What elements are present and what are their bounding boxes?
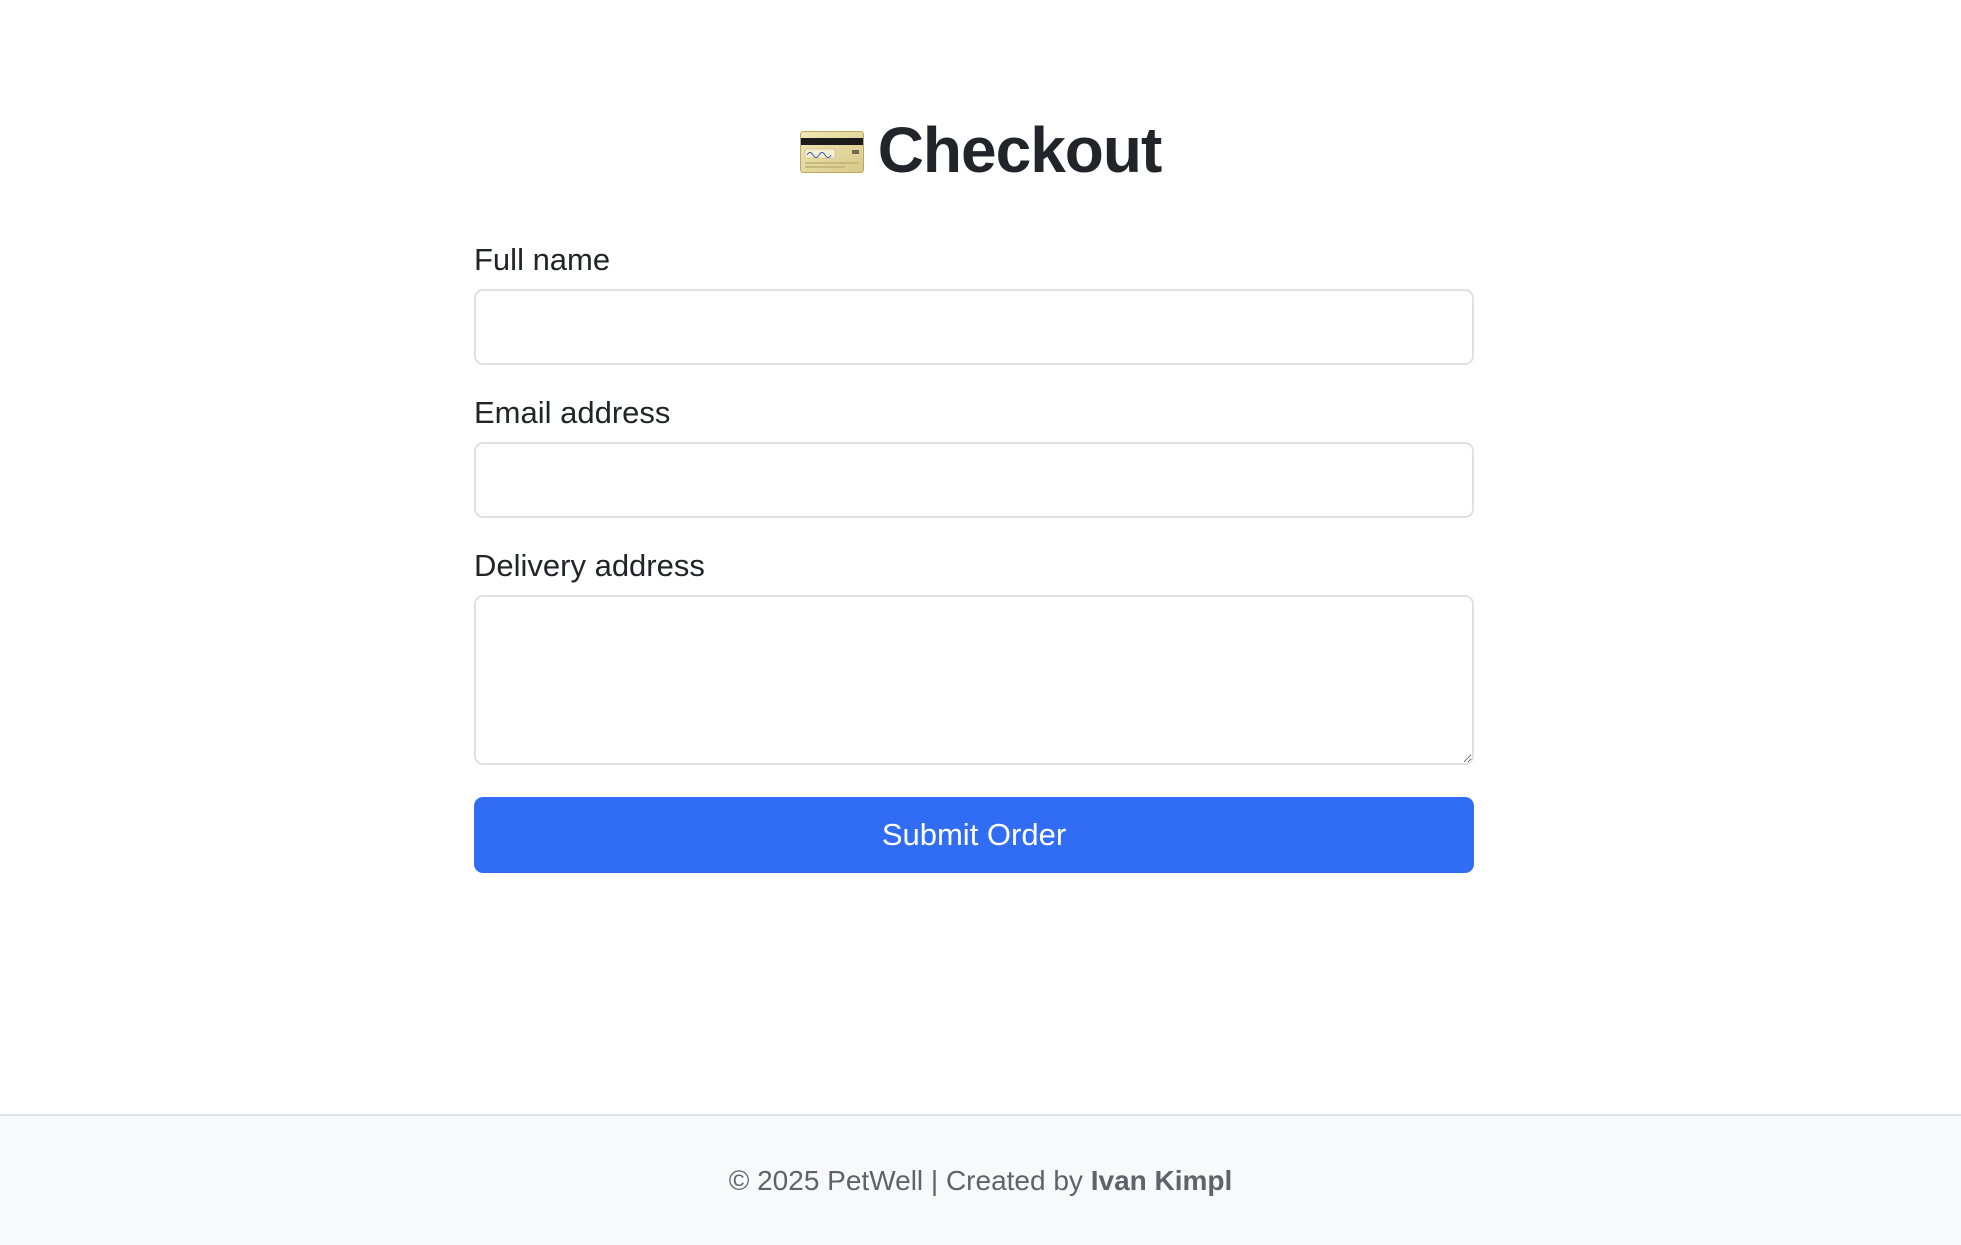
credit-card-icon [799, 131, 864, 173]
page-title: Checkout [877, 114, 1163, 186]
email-input[interactable] [474, 442, 1474, 518]
page-header: Checkout [0, 108, 1961, 192]
footer: © 2025 PetWell | Created by Ivan Kimpl [0, 1114, 1961, 1245]
email-label: Email address [474, 395, 671, 430]
checkout-page: Checkout Full name Email address Deliver… [0, 0, 1961, 1245]
footer-copyright: © 2025 PetWell | Created by [728, 1164, 1091, 1196]
checkout-form: Full name Email address Delivery address… [474, 236, 1474, 873]
full-name-input[interactable] [474, 289, 1474, 365]
delivery-address-label: Delivery address [474, 548, 705, 583]
full-name-label: Full name [474, 242, 611, 277]
submit-order-button[interactable]: Submit Order [474, 797, 1474, 873]
delivery-address-textarea[interactable] [474, 595, 1474, 765]
footer-author: Ivan Kimpl [1090, 1164, 1233, 1196]
main-content: Checkout Full name Email address Deliver… [0, 0, 1961, 1114]
footer-text: © 2025 PetWell | Created by Ivan Kimpl [729, 1165, 1233, 1197]
